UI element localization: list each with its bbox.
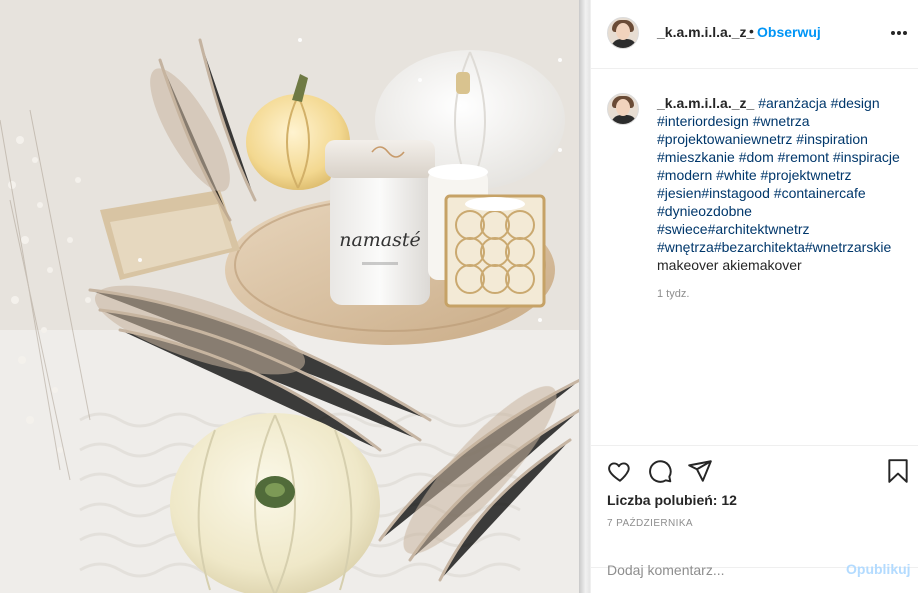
- heart-icon[interactable]: [607, 458, 633, 484]
- hashtag-link[interactable]: #interiordesign: [657, 113, 749, 129]
- hashtag-link[interactable]: #wnętrza: [657, 239, 714, 255]
- caption-hashtags: #aranżacja #design #interiordesign #wnet…: [657, 95, 900, 273]
- hashtag-link[interactable]: #instagood: [701, 185, 770, 201]
- hashtag-link[interactable]: #bezarchitekta: [714, 239, 805, 255]
- post-side-panel: _k.a.m.i.l.a._z_ • Obserwuj _k.a.m.i.l.a…: [590, 0, 918, 593]
- hashtag-link[interactable]: #aranżacja: [758, 95, 827, 111]
- more-horizontal-icon[interactable]: [889, 25, 909, 41]
- follow-button[interactable]: Obserwuj: [757, 24, 821, 40]
- photo-illustration: namasté: [0, 0, 579, 593]
- hashtag-link[interactable]: #projektwnetrz: [761, 167, 852, 183]
- hashtag-link[interactable]: #inspiration: [796, 131, 868, 147]
- hashtag-link[interactable]: #swiece: [657, 221, 708, 237]
- post-photo[interactable]: namasté: [0, 0, 579, 593]
- caption-author-avatar[interactable]: [607, 93, 639, 125]
- photo-divider: [579, 0, 590, 593]
- hashtag-link[interactable]: #remont: [778, 149, 829, 165]
- paper-plane-icon[interactable]: [687, 458, 713, 484]
- hashtag-link[interactable]: #white: [716, 167, 756, 183]
- comment-icon[interactable]: [647, 458, 673, 484]
- hashtag-link[interactable]: #dom: [739, 149, 774, 165]
- likes-count[interactable]: Liczba polubień: 12: [607, 492, 737, 508]
- caption-text: _k.a.m.i.l.a._z_ #aranżacja #design #int…: [657, 94, 907, 274]
- hashtag-link[interactable]: #wnetrzarskie: [805, 239, 891, 255]
- header-separator: •: [749, 23, 754, 39]
- hashtag-link[interactable]: #architektwnetrz: [708, 221, 810, 237]
- hashtag-link[interactable]: #projektowaniewnetrz: [657, 131, 792, 147]
- hashtag-link[interactable]: #dynieozdobne: [657, 203, 752, 219]
- candle-label: namasté: [339, 229, 421, 251]
- hashtag-link[interactable]: #containercafe: [774, 185, 866, 201]
- post-date: 7 PAŹDZIERNIKA: [607, 518, 693, 529]
- hashtag-link[interactable]: #modern: [657, 167, 712, 183]
- comment-bar: Opublikuj: [591, 552, 918, 593]
- post-header: _k.a.m.i.l.a._z_ • Obserwuj: [591, 0, 918, 69]
- hashtag-link[interactable]: #jesien: [657, 185, 701, 201]
- comment-input[interactable]: [607, 560, 837, 580]
- hashtag-link[interactable]: #wnetrza: [753, 113, 810, 129]
- caption-section: _k.a.m.i.l.a._z_ #aranżacja #design #int…: [591, 69, 918, 446]
- bookmark-icon[interactable]: [885, 458, 911, 484]
- caption-fragment: makeover akiemakover: [657, 257, 802, 273]
- hashtag-link[interactable]: #design: [831, 95, 880, 111]
- hashtag-link[interactable]: #inspiracje: [833, 149, 900, 165]
- author-username[interactable]: _k.a.m.i.l.a._z_: [657, 24, 754, 40]
- hashtag-link[interactable]: #mieszkanie: [657, 149, 735, 165]
- post-time-ago[interactable]: 1 tydz.: [657, 288, 689, 300]
- caption-username[interactable]: _k.a.m.i.l.a._z_: [657, 95, 754, 111]
- instagram-post-view: namasté _k.a.m.i.l.a._z_ • Obserwuj _k.a…: [0, 0, 918, 593]
- post-actions: Liczba polubień: 12 7 PAŹDZIERNIKA: [591, 446, 918, 568]
- author-avatar[interactable]: [607, 17, 639, 49]
- publish-comment-button[interactable]: Opublikuj: [846, 561, 911, 577]
